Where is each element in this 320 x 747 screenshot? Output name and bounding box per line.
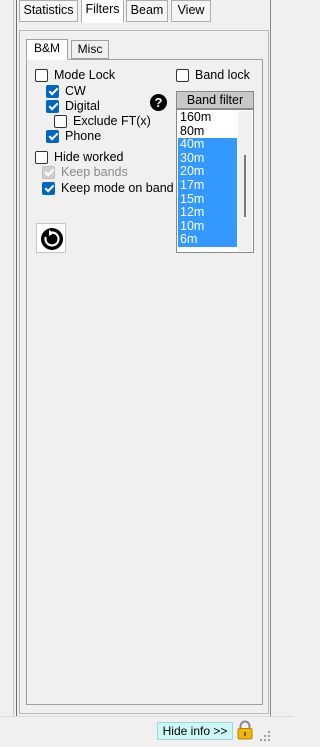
digital-checkbox[interactable]: Digital <box>46 98 100 114</box>
band-filter-list[interactable]: 160m 80m 40m 30m 20m 17m 15m 12m 10m 6m <box>176 109 254 253</box>
tab-filters[interactable]: Filters <box>81 0 124 23</box>
exclude-ft-box[interactable] <box>54 114 67 128</box>
refresh-button[interactable] <box>36 223 66 253</box>
band-list-scrollbar[interactable] <box>238 111 252 251</box>
band-item-10m[interactable]: 10m <box>178 220 237 234</box>
digital-box[interactable] <box>46 99 59 113</box>
band-item-12m[interactable]: 12m <box>178 206 237 220</box>
keep-bands-checkbox: Keep bands <box>42 164 128 180</box>
help-icon[interactable]: ? <box>150 94 167 111</box>
tab-bm[interactable]: B&M <box>26 39 68 60</box>
band-item-30m[interactable]: 30m <box>178 152 237 166</box>
band-lock-label: Band lock <box>195 68 250 82</box>
keep-mode-on-band-box[interactable] <box>42 181 55 195</box>
exclude-ft-label: Exclude FT(x) <box>73 114 151 128</box>
band-item-15m[interactable]: 15m <box>178 192 237 207</box>
status-bar: Hide info >> <box>0 716 294 747</box>
band-lock-checkbox[interactable]: Band lock <box>176 67 250 83</box>
hide-info-button[interactable]: Hide info >> <box>157 722 233 740</box>
cw-label: CW <box>65 84 86 98</box>
resize-grip-icon[interactable] <box>259 730 271 742</box>
tab-beam[interactable]: Beam <box>126 0 168 22</box>
scrollbar-thumb[interactable] <box>244 155 246 217</box>
padlock-icon[interactable] <box>236 720 254 740</box>
band-lock-box[interactable] <box>176 68 189 82</box>
hide-worked-label: Hide worked <box>54 150 124 164</box>
band-item-17m[interactable]: 17m <box>178 179 237 193</box>
digital-label: Digital <box>65 99 100 113</box>
mode-lock-checkbox[interactable]: Mode Lock <box>35 67 115 83</box>
keep-mode-on-band-label: Keep mode on band <box>61 181 174 195</box>
keep-bands-box <box>42 165 55 179</box>
tab-statistics[interactable]: Statistics <box>19 0 78 22</box>
band-item-160m[interactable]: 160m <box>178 111 237 125</box>
phone-checkbox[interactable]: Phone <box>46 128 101 144</box>
cw-box[interactable] <box>46 84 59 98</box>
band-item-40m[interactable]: 40m <box>178 138 237 152</box>
hide-worked-box[interactable] <box>35 150 48 164</box>
band-filter-header[interactable]: Band filter <box>176 91 254 109</box>
cw-checkbox[interactable]: CW <box>46 83 86 99</box>
band-item-6m[interactable]: 6m <box>178 233 237 247</box>
tab-misc[interactable]: Misc <box>71 40 109 59</box>
hide-worked-checkbox[interactable]: Hide worked <box>35 149 123 165</box>
mode-lock-label: Mode Lock <box>54 68 116 82</box>
mode-lock-box[interactable] <box>35 68 48 82</box>
right-gutter <box>272 0 294 716</box>
band-item-20m[interactable]: 20m <box>178 165 237 179</box>
left-panel-edge <box>0 0 17 716</box>
phone-box[interactable] <box>46 129 59 143</box>
phone-label: Phone <box>65 129 102 143</box>
exclude-ft-checkbox[interactable]: Exclude FT(x) <box>54 113 151 129</box>
keep-bands-label: Keep bands <box>61 165 128 179</box>
tab-view[interactable]: View <box>171 0 211 22</box>
band-item-80m[interactable]: 80m <box>178 124 237 139</box>
refresh-icon <box>41 228 63 250</box>
keep-mode-on-band-checkbox[interactable]: Keep mode on band <box>42 180 174 196</box>
